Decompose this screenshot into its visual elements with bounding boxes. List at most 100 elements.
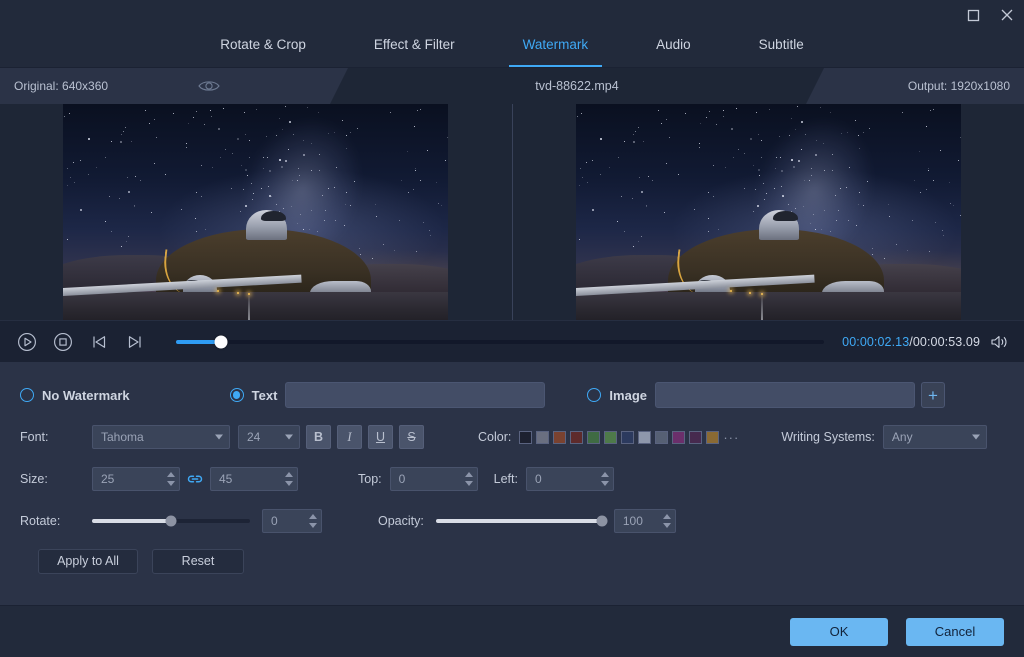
stepper-down-icon[interactable] (309, 523, 317, 528)
width-stepper[interactable]: 25 (92, 467, 180, 491)
stop-icon[interactable] (50, 329, 76, 355)
seek-handle[interactable] (215, 335, 228, 348)
rotate-slider-fill (92, 519, 171, 523)
font-family-select[interactable]: Tahoma (92, 425, 230, 449)
rotate-stepper[interactable]: 0 (262, 509, 322, 533)
stepper-up-icon[interactable] (465, 472, 473, 477)
playback-bar: 00:00:02.13/00:00:53.09 (0, 320, 1024, 362)
stepper-up-icon[interactable] (663, 514, 671, 519)
output-resolution-label: Output: 1920x1080 (908, 79, 1010, 93)
font-label: Font: (20, 430, 92, 444)
more-colors-button[interactable]: ··· (723, 431, 739, 444)
stepper-down-icon[interactable] (285, 481, 293, 486)
rotate-slider-handle[interactable] (166, 516, 177, 527)
color-swatch[interactable] (519, 431, 532, 444)
tab-effect-filter[interactable]: Effect & Filter (340, 21, 489, 67)
writing-systems-label: Writing Systems: (781, 430, 875, 444)
main-observatory-dome (759, 210, 799, 240)
tab-rotate-crop[interactable]: Rotate & Crop (186, 21, 340, 67)
writing-systems-value: Any (892, 430, 913, 444)
tab-subtitle[interactable]: Subtitle (725, 21, 838, 67)
watermark-settings-panel: No Watermark Text Image + Font: Tahoma 2… (0, 362, 1024, 605)
apply-row: Apply to All Reset (20, 548, 1004, 574)
opacity-value: 100 (623, 514, 643, 528)
underline-button[interactable]: U (368, 425, 393, 449)
color-swatch[interactable] (604, 431, 617, 444)
radio-label: No Watermark (42, 388, 130, 403)
opacity-slider-handle[interactable] (596, 516, 607, 527)
radio-label: Image (609, 388, 647, 403)
tab-audio[interactable]: Audio (622, 21, 725, 67)
color-swatch[interactable] (570, 431, 583, 444)
stepper-up-icon[interactable] (601, 472, 609, 477)
stepper-down-icon[interactable] (663, 523, 671, 528)
eye-icon[interactable] (198, 79, 220, 93)
italic-button[interactable]: I (337, 425, 362, 449)
lamp-light (248, 293, 250, 295)
stepper-down-icon[interactable] (167, 481, 175, 486)
stepper-arrows (601, 468, 609, 490)
ok-button[interactable]: OK (790, 618, 888, 646)
left-stepper[interactable]: 0 (526, 467, 614, 491)
color-swatch[interactable] (655, 431, 668, 444)
watermark-image-input[interactable] (655, 382, 915, 408)
seek-bar[interactable] (176, 340, 824, 344)
writing-systems-select[interactable]: Any (883, 425, 987, 449)
stepper-up-icon[interactable] (309, 514, 317, 519)
font-size-select[interactable]: 24 (238, 425, 300, 449)
current-time: 00:00:02.13 (842, 335, 909, 349)
stepper-up-icon[interactable] (167, 472, 175, 477)
color-swatch[interactable] (621, 431, 634, 444)
watermark-text-input[interactable] (285, 382, 545, 408)
road (63, 292, 448, 320)
lamp-light (237, 292, 239, 294)
stepper-arrows (663, 510, 671, 532)
radio-no-watermark[interactable]: No Watermark (20, 388, 130, 403)
font-family-value: Tahoma (101, 430, 144, 444)
original-video-frame (63, 104, 448, 320)
previous-frame-icon[interactable] (86, 329, 112, 355)
volume-icon[interactable] (990, 334, 1010, 350)
rotate-opacity-row: Rotate: 0 Opacity: 100 (20, 506, 1004, 536)
tab-watermark[interactable]: Watermark (489, 21, 623, 67)
bold-button[interactable]: B (306, 425, 331, 449)
color-swatch[interactable] (638, 431, 651, 444)
video-preview-area (0, 104, 1024, 320)
output-preview-pane[interactable] (513, 104, 1024, 320)
tab-label: Effect & Filter (374, 37, 455, 52)
color-swatch[interactable] (553, 431, 566, 444)
reset-button[interactable]: Reset (152, 549, 244, 574)
opacity-slider[interactable] (436, 519, 602, 523)
width-value: 25 (101, 472, 114, 486)
color-swatch[interactable] (689, 431, 702, 444)
size-label: Size: (20, 472, 92, 486)
next-frame-icon[interactable] (122, 329, 148, 355)
cancel-button[interactable]: Cancel (906, 618, 1004, 646)
opacity-slider-fill (436, 519, 602, 523)
chevron-down-icon (285, 435, 293, 440)
original-preview-pane[interactable] (0, 104, 512, 320)
top-stepper[interactable]: 0 (390, 467, 478, 491)
color-swatch[interactable] (672, 431, 685, 444)
play-icon[interactable] (14, 329, 40, 355)
apply-to-all-button[interactable]: Apply to All (38, 549, 138, 574)
link-icon[interactable] (187, 472, 203, 486)
stepper-up-icon[interactable] (285, 472, 293, 477)
top-value: 0 (399, 472, 406, 486)
dialog-footer: OK Cancel (0, 605, 1024, 657)
tab-label: Audio (656, 37, 691, 52)
stepper-down-icon[interactable] (465, 481, 473, 486)
stepper-down-icon[interactable] (601, 481, 609, 486)
height-stepper[interactable]: 45 (210, 467, 298, 491)
radio-image-watermark[interactable]: Image (587, 388, 647, 403)
strikethrough-button[interactable]: S (399, 425, 424, 449)
radio-text-watermark[interactable]: Text (230, 388, 278, 403)
chevron-down-icon (215, 435, 223, 440)
rotate-slider[interactable] (92, 519, 250, 523)
add-image-button[interactable]: + (921, 382, 945, 408)
color-swatch[interactable] (536, 431, 549, 444)
color-swatch[interactable] (706, 431, 719, 444)
opacity-stepper[interactable]: 100 (614, 509, 676, 533)
color-swatch[interactable] (587, 431, 600, 444)
watermark-mode-row: No Watermark Text Image + (20, 378, 1004, 412)
